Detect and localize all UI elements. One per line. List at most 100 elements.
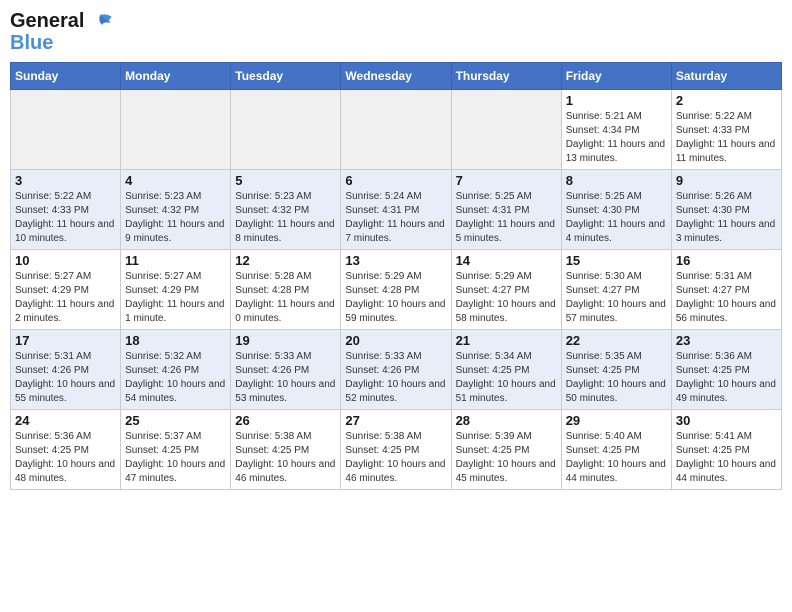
calendar-cell: 12Sunrise: 5:28 AM Sunset: 4:28 PM Dayli… xyxy=(231,250,341,330)
day-number: 13 xyxy=(345,253,446,268)
day-info: Sunrise: 5:38 AM Sunset: 4:25 PM Dayligh… xyxy=(235,430,336,486)
logo-blue-text: Blue xyxy=(10,32,114,54)
calendar-cell xyxy=(451,90,561,170)
calendar-cell: 24Sunrise: 5:36 AM Sunset: 4:25 PM Dayli… xyxy=(11,410,121,490)
calendar-cell: 21Sunrise: 5:34 AM Sunset: 4:25 PM Dayli… xyxy=(451,330,561,410)
calendar-cell xyxy=(231,90,341,170)
calendar-cell: 10 Sunrise: 5:27 AM Sunset: 4:29 PM Dayli… xyxy=(11,250,121,330)
calendar-cell: 16 Sunrise: 5:31 AM Sunset: 4:27 PM Dayli… xyxy=(671,250,781,330)
calendar-cell: 3Sunrise: 5:22 AM Sunset: 4:33 PM Daylig… xyxy=(11,170,121,250)
day-number: 14 xyxy=(456,253,557,268)
calendar-cell: 18Sunrise: 5:32 AM Sunset: 4:26 PM Dayli… xyxy=(121,330,231,410)
day-number: 3 xyxy=(15,173,116,188)
calendar-week-row: 10 Sunrise: 5:27 AM Sunset: 4:29 PM Dayli… xyxy=(11,250,782,330)
calendar-cell: 8Sunrise: 5:25 AM Sunset: 4:30 PM Daylig… xyxy=(561,170,671,250)
day-number: 24 xyxy=(15,413,116,428)
day-number: 9 xyxy=(676,173,777,188)
col-header-tuesday: Tuesday xyxy=(231,63,341,90)
day-info: Sunrise: 5:28 AM Sunset: 4:28 PM Dayligh… xyxy=(235,270,336,326)
day-info: Sunrise: 5:35 AM Sunset: 4:25 PM Dayligh… xyxy=(566,350,667,406)
day-info: Sunrise: 5:27 AM Sunset: 4:29 PM Dayligh… xyxy=(125,270,226,326)
calendar-cell: 4 Sunrise: 5:23 AM Sunset: 4:32 PM Daylig… xyxy=(121,170,231,250)
calendar-cell: 22 Sunrise: 5:35 AM Sunset: 4:25 PM Dayli… xyxy=(561,330,671,410)
day-info: Sunrise: 5:30 AM Sunset: 4:27 PM Dayligh… xyxy=(566,270,667,326)
day-number: 4 xyxy=(125,173,226,188)
day-info: Sunrise: 5:21 AM Sunset: 4:34 PM Dayligh… xyxy=(566,110,667,166)
col-header-wednesday: Wednesday xyxy=(341,63,451,90)
day-number: 22 xyxy=(566,333,667,348)
calendar-cell: 14 Sunrise: 5:29 AM Sunset: 4:27 PM Dayli… xyxy=(451,250,561,330)
day-number: 6 xyxy=(345,173,446,188)
calendar-cell: 7 Sunrise: 5:25 AM Sunset: 4:31 PM Daylig… xyxy=(451,170,561,250)
day-info: Sunrise: 5:22 AM Sunset: 4:33 PM Dayligh… xyxy=(676,110,777,166)
calendar-cell: 15 Sunrise: 5:30 AM Sunset: 4:27 PM Dayli… xyxy=(561,250,671,330)
col-header-thursday: Thursday xyxy=(451,63,561,90)
day-info: Sunrise: 5:26 AM Sunset: 4:30 PM Dayligh… xyxy=(676,190,777,246)
day-number: 20 xyxy=(345,333,446,348)
day-info: Sunrise: 5:31 AM Sunset: 4:27 PM Dayligh… xyxy=(676,270,777,326)
day-number: 10 xyxy=(15,253,116,268)
day-number: 26 xyxy=(235,413,336,428)
calendar-cell: 25 Sunrise: 5:37 AM Sunset: 4:25 PM Dayli… xyxy=(121,410,231,490)
day-info: Sunrise: 5:25 AM Sunset: 4:30 PM Dayligh… xyxy=(566,190,667,246)
logo-bird-icon xyxy=(92,13,114,31)
calendar-cell: 29 Sunrise: 5:40 AM Sunset: 4:25 PM Dayli… xyxy=(561,410,671,490)
day-number: 23 xyxy=(676,333,777,348)
calendar-cell: 28 Sunrise: 5:39 AM Sunset: 4:25 PM Dayli… xyxy=(451,410,561,490)
day-number: 1 xyxy=(566,93,667,108)
day-number: 16 xyxy=(676,253,777,268)
calendar-cell: 19 Sunrise: 5:33 AM Sunset: 4:26 PM Dayli… xyxy=(231,330,341,410)
col-header-sunday: Sunday xyxy=(11,63,121,90)
logo: General Blue xyxy=(10,10,114,54)
calendar-cell xyxy=(121,90,231,170)
day-info: Sunrise: 5:25 AM Sunset: 4:31 PM Dayligh… xyxy=(456,190,557,246)
day-number: 21 xyxy=(456,333,557,348)
day-info: Sunrise: 5:27 AM Sunset: 4:29 PM Dayligh… xyxy=(15,270,116,326)
calendar-cell: 27 Sunrise: 5:38 AM Sunset: 4:25 PM Dayli… xyxy=(341,410,451,490)
calendar-week-row: 3Sunrise: 5:22 AM Sunset: 4:33 PM Daylig… xyxy=(11,170,782,250)
day-info: Sunrise: 5:41 AM Sunset: 4:25 PM Dayligh… xyxy=(676,430,777,486)
calendar-week-row: 24Sunrise: 5:36 AM Sunset: 4:25 PM Dayli… xyxy=(11,410,782,490)
day-info: Sunrise: 5:36 AM Sunset: 4:25 PM Dayligh… xyxy=(676,350,777,406)
calendar-cell: 26 Sunrise: 5:38 AM Sunset: 4:25 PM Dayli… xyxy=(231,410,341,490)
day-info: Sunrise: 5:38 AM Sunset: 4:25 PM Dayligh… xyxy=(345,430,446,486)
col-header-monday: Monday xyxy=(121,63,231,90)
day-info: Sunrise: 5:23 AM Sunset: 4:32 PM Dayligh… xyxy=(125,190,226,246)
day-number: 19 xyxy=(235,333,336,348)
day-info: Sunrise: 5:23 AM Sunset: 4:32 PM Dayligh… xyxy=(235,190,336,246)
day-number: 11 xyxy=(125,253,226,268)
day-info: Sunrise: 5:39 AM Sunset: 4:25 PM Dayligh… xyxy=(456,430,557,486)
calendar-cell: 20 Sunrise: 5:33 AM Sunset: 4:26 PM Dayli… xyxy=(341,330,451,410)
day-info: Sunrise: 5:29 AM Sunset: 4:27 PM Dayligh… xyxy=(456,270,557,326)
day-number: 28 xyxy=(456,413,557,428)
col-header-saturday: Saturday xyxy=(671,63,781,90)
day-info: Sunrise: 5:33 AM Sunset: 4:26 PM Dayligh… xyxy=(235,350,336,406)
day-number: 29 xyxy=(566,413,667,428)
calendar-cell: 1 Sunrise: 5:21 AM Sunset: 4:34 PM Daylig… xyxy=(561,90,671,170)
calendar-cell: 9 Sunrise: 5:26 AM Sunset: 4:30 PM Daylig… xyxy=(671,170,781,250)
day-info: Sunrise: 5:40 AM Sunset: 4:25 PM Dayligh… xyxy=(566,430,667,486)
day-info: Sunrise: 5:37 AM Sunset: 4:25 PM Dayligh… xyxy=(125,430,226,486)
day-info: Sunrise: 5:29 AM Sunset: 4:28 PM Dayligh… xyxy=(345,270,446,326)
day-number: 17 xyxy=(15,333,116,348)
day-number: 25 xyxy=(125,413,226,428)
day-number: 27 xyxy=(345,413,446,428)
calendar-week-row: 1 Sunrise: 5:21 AM Sunset: 4:34 PM Daylig… xyxy=(11,90,782,170)
col-header-friday: Friday xyxy=(561,63,671,90)
day-number: 7 xyxy=(456,173,557,188)
header: General Blue xyxy=(10,10,782,54)
day-info: Sunrise: 5:24 AM Sunset: 4:31 PM Dayligh… xyxy=(345,190,446,246)
day-info: Sunrise: 5:31 AM Sunset: 4:26 PM Dayligh… xyxy=(15,350,116,406)
day-number: 5 xyxy=(235,173,336,188)
day-info: Sunrise: 5:32 AM Sunset: 4:26 PM Dayligh… xyxy=(125,350,226,406)
day-number: 15 xyxy=(566,253,667,268)
calendar: SundayMondayTuesdayWednesdayThursdayFrid… xyxy=(10,62,782,490)
calendar-header-row: SundayMondayTuesdayWednesdayThursdayFrid… xyxy=(11,63,782,90)
calendar-week-row: 17 Sunrise: 5:31 AM Sunset: 4:26 PM Dayli… xyxy=(11,330,782,410)
day-info: Sunrise: 5:33 AM Sunset: 4:26 PM Dayligh… xyxy=(345,350,446,406)
calendar-cell: 6 Sunrise: 5:24 AM Sunset: 4:31 PM Daylig… xyxy=(341,170,451,250)
calendar-cell: 30Sunrise: 5:41 AM Sunset: 4:25 PM Dayli… xyxy=(671,410,781,490)
calendar-cell xyxy=(11,90,121,170)
logo-text: General xyxy=(10,10,114,32)
calendar-cell: 23 Sunrise: 5:36 AM Sunset: 4:25 PM Dayli… xyxy=(671,330,781,410)
